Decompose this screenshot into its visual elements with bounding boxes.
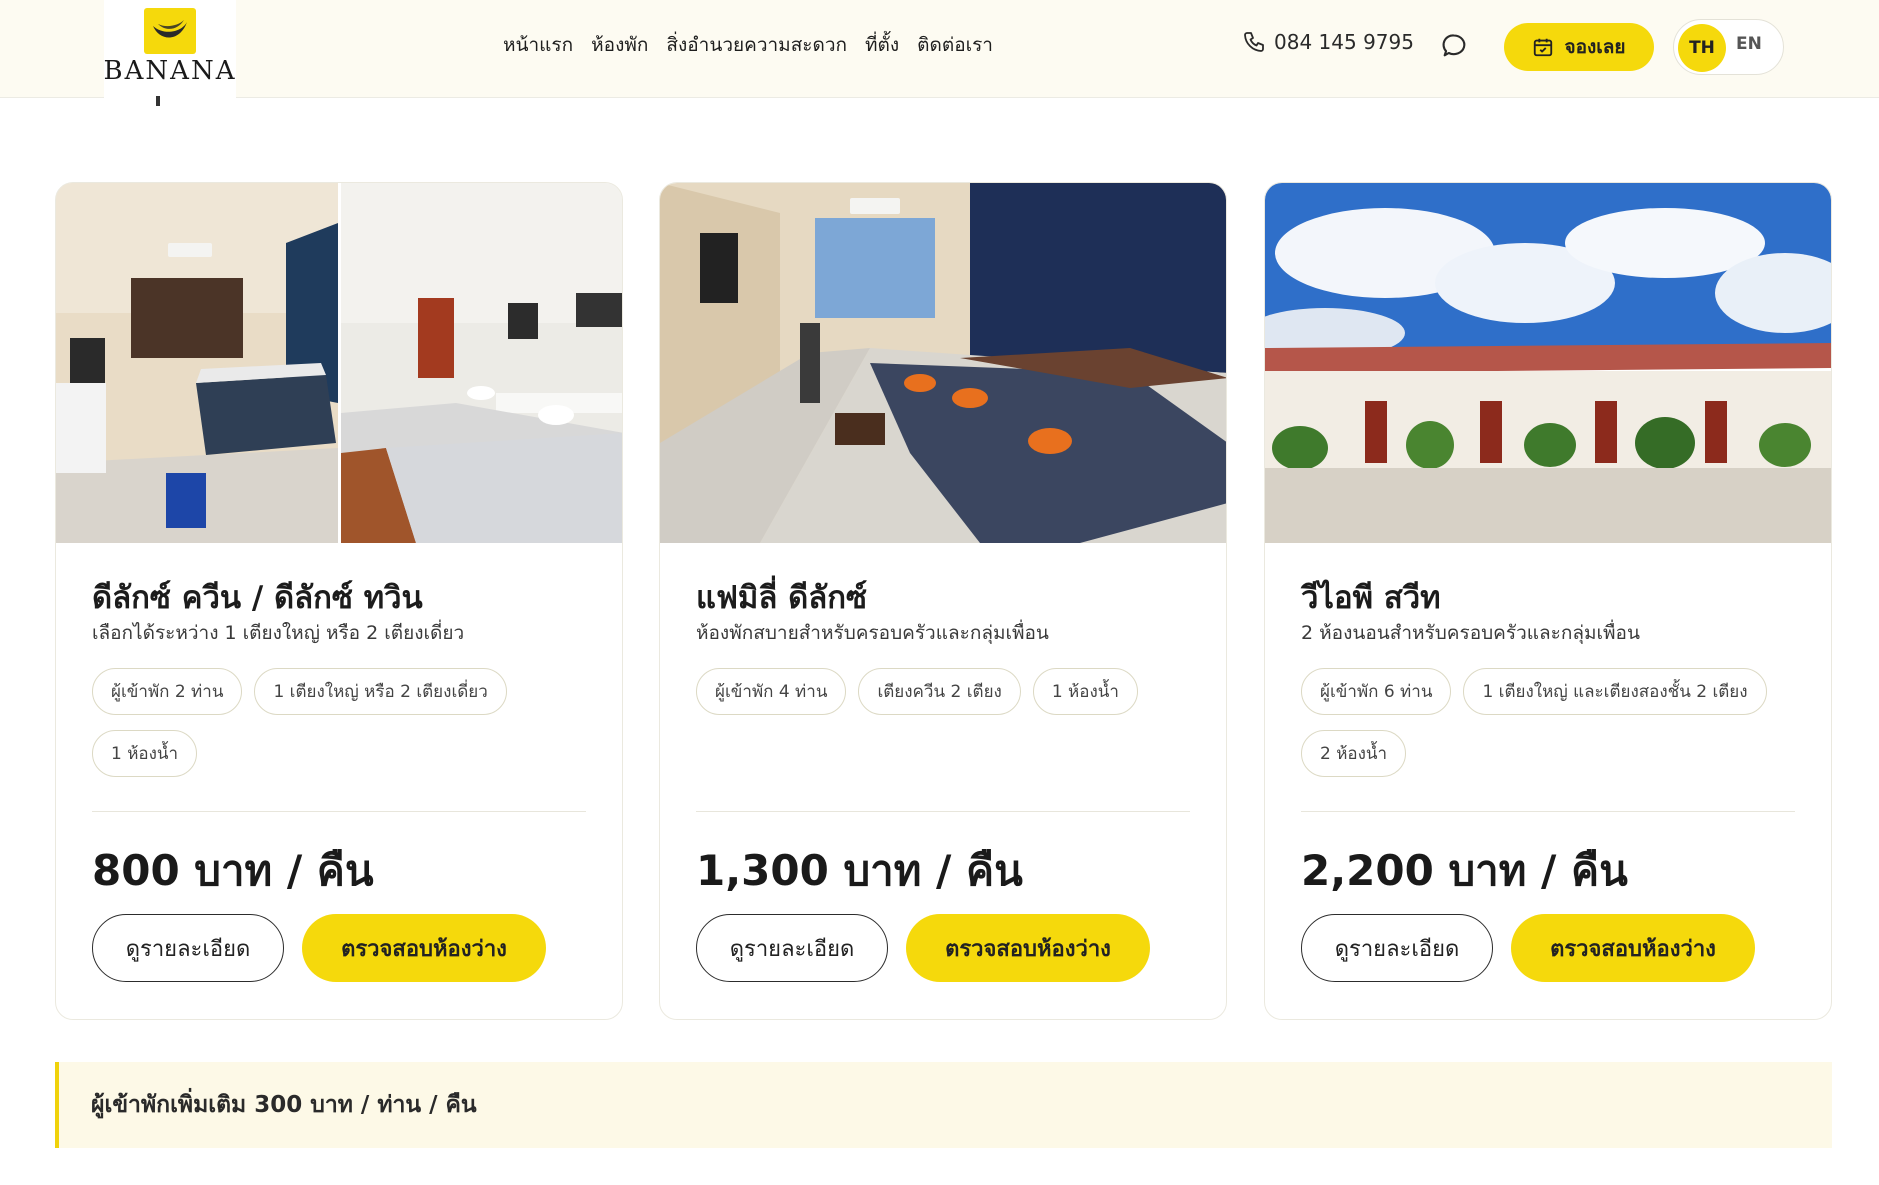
site-header: BANANA หน้าแรก ห้องพัก สิ่งอำนวยความสะดว… — [0, 0, 1879, 98]
room-subtitle: ห้องพักสบายสำหรับครอบครัวและกลุ่มเพื่อน — [696, 622, 1049, 644]
feature-tag: 1 ห้องน้ำ — [1032, 668, 1138, 715]
room-price: 1,300 บาท / คืน — [696, 846, 1023, 895]
room-subtitle: 2 ห้องนอนสำหรับครอบครัวและกลุ่มเพื่อน — [1301, 622, 1640, 644]
view-details-button[interactable]: ดูรายละเอียด — [1301, 914, 1493, 982]
room-subtitle: เลือกได้ระหว่าง 1 เตียงใหญ่ หรือ 2 เตียง… — [92, 622, 465, 644]
check-availability-button[interactable]: ตรวจสอบห้องว่าง — [302, 914, 546, 982]
nav-item-home[interactable]: หน้าแรก — [503, 30, 573, 60]
check-availability-button[interactable]: ตรวจสอบห้องว่าง — [906, 914, 1150, 982]
brand-name: BANANA — [103, 56, 237, 86]
room-photo — [56, 183, 622, 543]
language-switcher: TH EN — [1673, 19, 1784, 75]
card-divider — [92, 811, 586, 812]
phone-icon — [1244, 32, 1264, 52]
card-divider — [1301, 811, 1795, 812]
card-divider — [696, 811, 1190, 812]
feature-tag: เตียงควีน 2 เตียง — [858, 668, 1021, 715]
room-title: ดีลักซ์ ควีน / ดีลักซ์ ทวิน — [92, 580, 423, 616]
banana-logo-icon — [144, 8, 196, 54]
nav-item-location[interactable]: ที่ตั้ง — [865, 30, 899, 60]
room-price: 800 บาท / คืน — [92, 846, 374, 895]
feature-tag: ผู้เข้าพัก 4 ท่าน — [696, 668, 847, 715]
room-title: วีไอพี สวีท — [1301, 580, 1441, 616]
feature-tag: ผู้เข้าพัก 2 ท่าน — [92, 668, 243, 715]
brand-logo[interactable]: BANANA — [104, 0, 236, 98]
lang-th-button[interactable]: TH — [1678, 24, 1726, 72]
room-price: 2,200 บาท / คืน — [1301, 846, 1628, 895]
room-title: แฟมิลี่ ดีลักซ์ — [696, 580, 868, 616]
chat-button[interactable] — [1422, 14, 1486, 78]
chat-bubble-icon — [1442, 34, 1466, 57]
extra-guest-notice: ผู้เข้าพักเพิ่มเติม 300 บาท / ท่าน / คืน — [55, 1062, 1832, 1148]
calendar-icon — [1534, 38, 1553, 57]
room-card-family-deluxe: แฟมิลี่ ดีลักซ์ ห้องพักสบายสำหรับครอบครั… — [659, 182, 1227, 1020]
room-photo — [660, 183, 1226, 543]
room-card-deluxe: ดีลักซ์ ควีน / ดีลักซ์ ทวิน เลือกได้ระหว… — [55, 182, 623, 1020]
feature-tag: 1 เตียงใหญ่ และเตียงสองชั้น 2 เตียง — [1463, 668, 1767, 715]
book-now-button[interactable]: จองเลย — [1504, 23, 1654, 71]
feature-tag: 2 ห้องน้ำ — [1301, 730, 1407, 777]
view-details-button[interactable]: ดูรายละเอียด — [92, 914, 284, 982]
feature-tag: 1 ห้องน้ำ — [92, 730, 198, 777]
phone-link[interactable]: 084 145 9795 — [1242, 30, 1414, 54]
feature-tag: 1 เตียงใหญ่ หรือ 2 เตียงเดี่ยว — [254, 668, 507, 715]
extra-guest-notice-text: ผู้เข้าพักเพิ่มเติม 300 บาท / ท่าน / คืน — [91, 1092, 477, 1118]
nav-item-contact[interactable]: ติดต่อเรา — [917, 30, 993, 60]
nav-item-facilities[interactable]: สิ่งอำนวยความสะดวก — [666, 30, 847, 60]
room-features: ผู้เข้าพัก 6 ท่าน 1 เตียงใหญ่ และเตียงสอ… — [1301, 668, 1795, 780]
heading-fragment — [156, 96, 160, 106]
view-details-button[interactable]: ดูรายละเอียด — [696, 914, 888, 982]
feature-tag: ผู้เข้าพัก 6 ท่าน — [1301, 668, 1452, 715]
room-photo — [1265, 183, 1831, 543]
nav-item-rooms[interactable]: ห้องพัก — [591, 30, 648, 60]
book-now-label: จองเลย — [1564, 36, 1626, 58]
room-features: ผู้เข้าพัก 2 ท่าน 1 เตียงใหญ่ หรือ 2 เตี… — [92, 668, 586, 780]
lang-en-button[interactable]: EN — [1736, 34, 1762, 54]
room-card-vip-suite: วีไอพี สวีท 2 ห้องนอนสำหรับครอบครัวและกล… — [1264, 182, 1832, 1020]
check-availability-button[interactable]: ตรวจสอบห้องว่าง — [1511, 914, 1755, 982]
main-nav: หน้าแรก ห้องพัก สิ่งอำนวยความสะดวก ที่ตั… — [503, 30, 993, 60]
phone-number: 084 145 9795 — [1274, 30, 1414, 54]
room-features: ผู้เข้าพัก 4 ท่าน เตียงควีน 2 เตียง 1 ห้… — [696, 668, 1190, 780]
